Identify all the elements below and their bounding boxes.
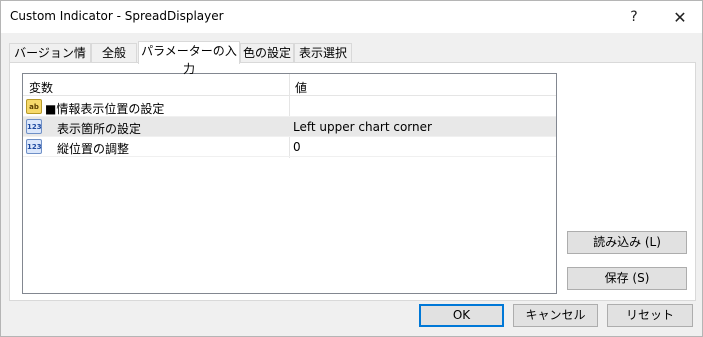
parameter-value[interactable]: Left upper chart corner [293, 120, 432, 134]
parameter-row-selected[interactable]: 123 表示箇所の設定 Left upper chart corner [23, 117, 556, 137]
parameters-panel: 変数 値 ab ■情報表示位置の設定 123 表示箇所の設定 Left uppe… [9, 62, 696, 301]
parameter-row[interactable]: 123 縦位置の調整 0 [23, 137, 556, 157]
parameter-name: 縦位置の調整 [57, 142, 130, 156]
column-header-value[interactable]: 値 [295, 79, 307, 96]
load-button[interactable]: 読み込み (L) [567, 231, 687, 254]
column-header-variable[interactable]: 変数 [29, 79, 53, 96]
tab-label: 表示選択 [298, 46, 347, 60]
parameter-value[interactable]: 0 [293, 140, 301, 154]
reset-button[interactable]: リセット [607, 304, 693, 327]
close-icon: ✕ [673, 7, 687, 27]
tab-label: 色の設定 [242, 46, 291, 60]
tab-strip: バージョン情報 全般 パラメーターの入力 色の設定 表示選択 [9, 41, 695, 78]
parameter-name: 表示箇所の設定 [57, 122, 142, 136]
window-title: Custom Indicator - SpreadDisplayer [10, 9, 224, 23]
custom-indicator-dialog: Custom Indicator - SpreadDisplayer ? ✕ バ… [0, 0, 703, 337]
tab-input-parameters[interactable]: パラメーターの入力 [138, 41, 240, 76]
parameter-row[interactable]: ab ■情報表示位置の設定 [23, 97, 556, 117]
help-button[interactable]: ? [611, 1, 657, 33]
parameter-name: ■情報表示位置の設定 [45, 102, 165, 116]
ok-button[interactable]: OK [419, 304, 504, 327]
save-button[interactable]: 保存 (S) [567, 267, 687, 290]
parameters-grid: 変数 値 ab ■情報表示位置の設定 123 表示箇所の設定 Left uppe… [22, 73, 557, 294]
title-bar: Custom Indicator - SpreadDisplayer ? ✕ [1, 1, 702, 33]
tab-color-settings[interactable]: 色の設定 [240, 43, 294, 63]
numeric-123-icon: 123 [26, 119, 42, 134]
help-icon: ? [630, 9, 638, 25]
tab-display-selection[interactable]: 表示選択 [294, 43, 352, 63]
tab-general[interactable]: 全般 [91, 43, 137, 63]
tab-version-info[interactable]: バージョン情報 [9, 43, 91, 78]
close-button[interactable]: ✕ [657, 1, 703, 33]
numeric-123-icon: 123 [26, 139, 42, 154]
cancel-button[interactable]: キャンセル [513, 304, 598, 327]
tab-label: 全般 [101, 46, 126, 60]
ab-string-icon: ab [26, 99, 42, 114]
